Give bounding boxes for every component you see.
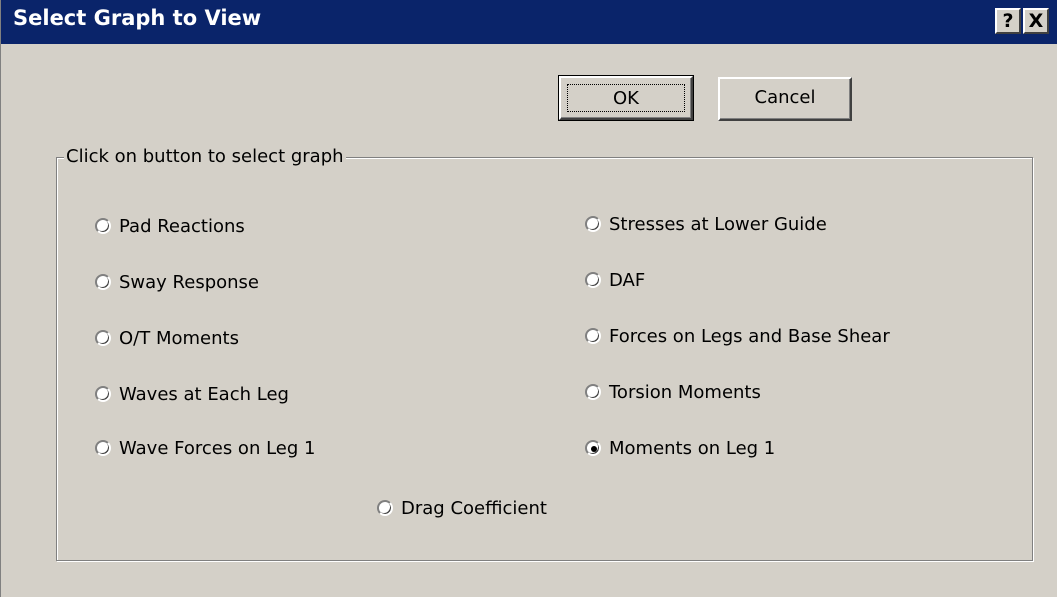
radio-daf[interactable]: DAF xyxy=(585,268,645,292)
groupbox-title: Click on button to select graph xyxy=(64,146,346,167)
close-button[interactable]: X xyxy=(1023,8,1049,34)
radio-moments-leg-1[interactable]: Moments on Leg 1 xyxy=(585,436,775,460)
radio-label: Pad Reactions xyxy=(119,215,245,237)
radio-wave-forces-leg-1[interactable]: Wave Forces on Leg 1 xyxy=(95,436,315,460)
radio-circle-icon xyxy=(585,272,601,288)
radio-circle-icon xyxy=(585,440,601,456)
radio-circle-icon xyxy=(585,384,601,400)
radio-circle-icon xyxy=(585,328,601,344)
radio-waves-at-each-leg[interactable]: Waves at Each Leg xyxy=(95,382,289,406)
radio-circle-icon xyxy=(95,330,111,346)
radio-label: Sway Response xyxy=(119,271,260,293)
radio-drag-coefficient[interactable]: Drag Coefficient xyxy=(377,496,547,520)
radio-label: Drag Coefficient xyxy=(401,497,547,519)
cancel-button[interactable]: Cancel xyxy=(718,77,852,121)
help-button[interactable]: ? xyxy=(995,8,1021,34)
radio-circle-icon xyxy=(95,274,111,290)
radio-label: Wave Forces on Leg 1 xyxy=(119,437,316,459)
radio-sway-response[interactable]: Sway Response xyxy=(95,270,259,294)
radio-forces-legs-base-shear[interactable]: Forces on Legs and Base Shear xyxy=(585,324,890,348)
radio-torsion-moments[interactable]: Torsion Moments xyxy=(585,380,761,404)
radio-circle-icon xyxy=(585,216,601,232)
radio-label: Moments on Leg 1 xyxy=(609,437,776,459)
ok-button[interactable]: OK xyxy=(558,75,694,121)
radio-label: Forces on Legs and Base Shear xyxy=(609,325,890,347)
radio-pad-reactions[interactable]: Pad Reactions xyxy=(95,214,245,238)
radio-label: DAF xyxy=(609,269,646,291)
radio-label: O/T Moments xyxy=(119,327,239,349)
radio-label: Waves at Each Leg xyxy=(119,383,289,405)
radio-ot-moments[interactable]: O/T Moments xyxy=(95,326,239,350)
radio-label: Stresses at Lower Guide xyxy=(609,213,827,235)
radio-circle-icon xyxy=(95,386,111,402)
radio-circle-icon xyxy=(95,218,111,234)
radio-circle-icon xyxy=(95,440,111,456)
radio-stresses-lower-guide[interactable]: Stresses at Lower Guide xyxy=(585,212,827,236)
radio-circle-icon xyxy=(377,500,393,516)
radio-label: Torsion Moments xyxy=(609,381,761,403)
dialog-window: Select Graph to View ? X OK Cancel Click… xyxy=(0,0,1057,597)
title-bar[interactable]: Select Graph to View ? X xyxy=(1,0,1057,44)
window-title: Select Graph to View xyxy=(13,6,262,30)
ok-button-label: OK xyxy=(567,84,685,112)
